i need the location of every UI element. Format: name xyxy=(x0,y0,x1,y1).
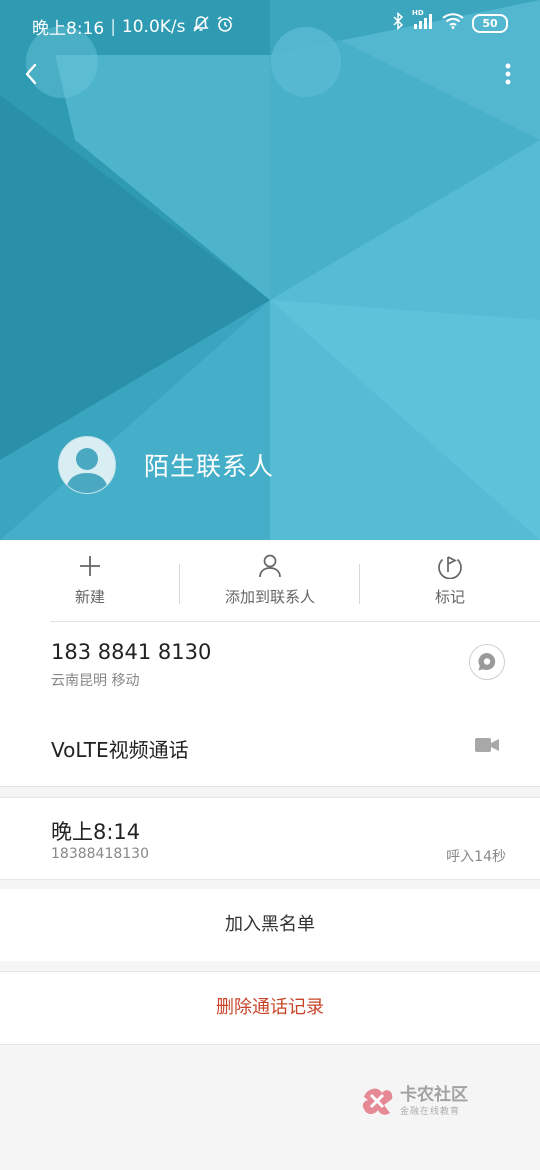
send-message-button[interactable] xyxy=(469,644,505,680)
signal-icon: HD xyxy=(412,9,434,34)
person-icon xyxy=(259,554,281,578)
call-duration: 呼入14秒 xyxy=(446,849,506,865)
call-log-entry: 晚上8:14 18388418130 呼入14秒 xyxy=(0,797,540,880)
bell-off-icon xyxy=(192,15,210,38)
status-time: 晚上8:16 xyxy=(32,19,105,39)
plus-icon xyxy=(80,556,100,576)
bluetooth-icon xyxy=(392,11,404,35)
avatar xyxy=(58,436,116,494)
contact-name: 陌生联系人 xyxy=(144,452,275,481)
phone-location: 云南昆明 移动 xyxy=(51,673,140,689)
contact-actions-bar: 新建 添加到联系人 标记 xyxy=(0,540,540,622)
watermark-subtitle: 金融在线教育 xyxy=(400,1106,461,1117)
mark-label: 标记 xyxy=(434,588,465,606)
network-type-label: HD xyxy=(412,9,424,17)
network-speed: 10.0K/s xyxy=(121,16,186,37)
new-contact-button[interactable]: 新建 xyxy=(0,552,180,612)
default-avatar-icon xyxy=(66,448,108,493)
contact-identity: 陌生联系人 xyxy=(58,436,274,494)
back-button[interactable] xyxy=(18,60,46,88)
call-number: 18388418130 xyxy=(51,846,149,862)
add-to-blacklist-button[interactable]: 加入黑名单 xyxy=(0,889,540,961)
mark-button[interactable]: 标记 xyxy=(360,552,540,612)
wifi-icon xyxy=(442,13,464,34)
more-vertical-icon xyxy=(505,63,511,85)
watermark-logo: 卡农社区 金融在线教育 xyxy=(360,1083,468,1119)
watermark-logo-icon xyxy=(362,1088,393,1115)
alarm-icon xyxy=(216,15,234,38)
watermark-title: 卡农社区 xyxy=(400,1084,468,1105)
add-to-contacts-label: 添加到联系人 xyxy=(224,588,315,606)
video-camera-icon xyxy=(475,738,499,752)
more-options-button[interactable] xyxy=(498,60,518,88)
status-bar: 晚上8:16 | 10.0K/s HD 50 xyxy=(0,0,540,50)
chevron-left-icon xyxy=(25,63,37,85)
video-call-button[interactable] xyxy=(475,737,499,757)
volte-video-call[interactable]: VoLTE视频通话 xyxy=(51,734,189,763)
flag-icon xyxy=(438,556,462,579)
call-time: 晚上8:14 xyxy=(51,820,141,844)
message-icon xyxy=(478,653,496,671)
new-contact-label: 新建 xyxy=(74,588,105,606)
battery-indicator: 50 xyxy=(472,14,508,33)
phone-info-card: 183 8841 8130 云南昆明 移动 VoLTE视频通话 xyxy=(0,622,540,787)
delete-call-log-button[interactable]: 删除通话记录 xyxy=(0,971,540,1045)
status-separator: | xyxy=(110,16,116,37)
contact-header: 晚上8:16 | 10.0K/s HD 50 陌生联系人 xyxy=(0,0,540,540)
add-to-contacts-button[interactable]: 添加到联系人 xyxy=(180,552,360,612)
phone-number[interactable]: 183 8841 8130 xyxy=(51,640,211,664)
